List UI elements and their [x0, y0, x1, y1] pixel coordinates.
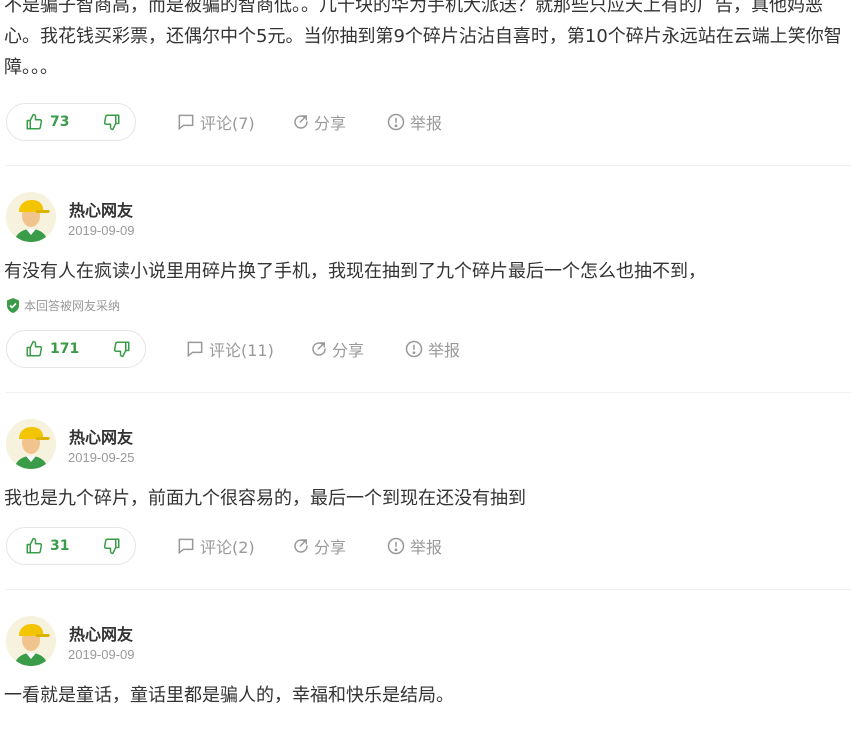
like-count: 73 [50, 114, 70, 130]
avatar[interactable] [6, 419, 56, 469]
avatar[interactable] [6, 192, 56, 242]
answer-item: 热心网友 2019-09-25 我也是九个碎片，前面九个很容易的，最后一个到现在… [0, 419, 851, 590]
answer-actions: 31 评论(2) 分享 举报 [0, 527, 851, 567]
thumbs-up-icon [26, 340, 43, 357]
answer-date: 2019-09-09 [68, 647, 135, 662]
answer-date: 2019-09-25 [68, 450, 135, 465]
answer-author: 热心网友 2019-09-25 [0, 419, 851, 471]
comment-label: 评论(11) [209, 341, 274, 360]
adopted-label: 本回答被网友采纳 [24, 298, 121, 313]
adopted-badge: 本回答被网友采纳 [6, 296, 851, 314]
report-button[interactable]: 举报 [386, 103, 442, 141]
dislike-button[interactable] [85, 104, 139, 140]
answer-author: 热心网友 2019-09-09 [0, 616, 851, 668]
dislike-button[interactable] [95, 331, 149, 367]
vote-group: 73 [6, 103, 136, 141]
share-button[interactable]: 分享 [310, 330, 364, 368]
like-button[interactable]: 31 [7, 528, 85, 564]
comment-button[interactable]: 评论(11) [185, 330, 274, 368]
like-button[interactable]: 171 [7, 331, 95, 367]
share-icon [312, 342, 326, 356]
answer-item: 热心网友 2019-09-09 一看就是童话，童话里都是骗人的，幸福和快乐是结局… [0, 616, 851, 710]
answer-text: 我也是九个碎片，前面九个很容易的，最后一个到现在还没有抽到 [4, 488, 526, 509]
answer-divider [6, 165, 851, 166]
report-label: 举报 [410, 538, 443, 557]
report-button[interactable]: 举报 [386, 527, 442, 565]
share-button[interactable]: 分享 [292, 527, 346, 565]
comment-label: 评论(2) [200, 538, 255, 557]
comment-button[interactable]: 评论(2) [176, 527, 255, 565]
thumbs-down-icon [114, 341, 130, 358]
report-label: 举报 [410, 114, 443, 133]
report-icon [405, 340, 423, 358]
answer-top: 不是骗子智商高，而是被骗的智商低。。几十块的华为手机大派送？就那些只应天上有的广… [0, 0, 851, 166]
like-count: 171 [50, 341, 80, 357]
shield-check-icon [7, 297, 19, 313]
answer-item: 热心网友 2019-09-09 有没有人在疯读小说里用碎片换了手机，我现在抽到了… [0, 192, 851, 393]
avatar-icon [6, 616, 56, 666]
comment-icon [178, 538, 194, 555]
avatar-icon [6, 419, 56, 469]
answer-actions: 171 评论(11) 分享 举报 [0, 330, 851, 370]
thumbs-up-icon [26, 113, 43, 130]
report-label: 举报 [428, 341, 461, 360]
like-count: 31 [50, 538, 70, 554]
answer-date: 2019-09-09 [68, 223, 135, 238]
answer-divider [6, 392, 851, 393]
vote-group: 171 [6, 330, 146, 368]
answer-actions: 73 评论(7) 分享 举报 [0, 103, 851, 143]
vote-group: 31 [6, 527, 136, 565]
share-icon [294, 539, 308, 553]
share-label: 分享 [314, 114, 347, 133]
answer-author: 热心网友 2019-09-09 [0, 192, 851, 244]
share-label: 分享 [314, 538, 347, 557]
comment-label: 评论(7) [200, 114, 255, 133]
answer-text: 一看就是童话，童话里都是骗人的，幸福和快乐是结局。 [4, 685, 454, 706]
thumbs-down-icon [104, 538, 120, 555]
answer-divider [6, 589, 851, 590]
like-button[interactable]: 73 [7, 104, 85, 140]
share-icon [294, 115, 308, 129]
answer-text: 不是骗子智商高，而是被骗的智商低。。几十块的华为手机大派送？就那些只应天上有的广… [4, 0, 842, 78]
comment-button[interactable]: 评论(7) [176, 103, 255, 141]
author-name[interactable]: 热心网友 [69, 424, 133, 448]
answer-list: 不是骗子智商高，而是被骗的智商低。。几十块的华为手机大派送？就那些只应天上有的广… [0, 0, 851, 710]
dislike-button[interactable] [85, 528, 139, 564]
author-name[interactable]: 热心网友 [69, 197, 133, 221]
report-icon [387, 113, 405, 131]
avatar-icon [6, 192, 56, 242]
report-button[interactable]: 举报 [404, 330, 460, 368]
share-button[interactable]: 分享 [292, 103, 346, 141]
author-name[interactable]: 热心网友 [69, 621, 133, 645]
thumbs-up-icon [26, 537, 43, 554]
avatar[interactable] [6, 616, 56, 666]
comment-icon [178, 114, 194, 131]
report-icon [387, 537, 405, 555]
comment-icon [187, 341, 203, 358]
answer-text: 有没有人在疯读小说里用碎片换了手机，我现在抽到了九个碎片最后一个怎么也抽不到， [4, 261, 706, 282]
share-label: 分享 [332, 341, 365, 360]
thumbs-down-icon [104, 114, 120, 131]
